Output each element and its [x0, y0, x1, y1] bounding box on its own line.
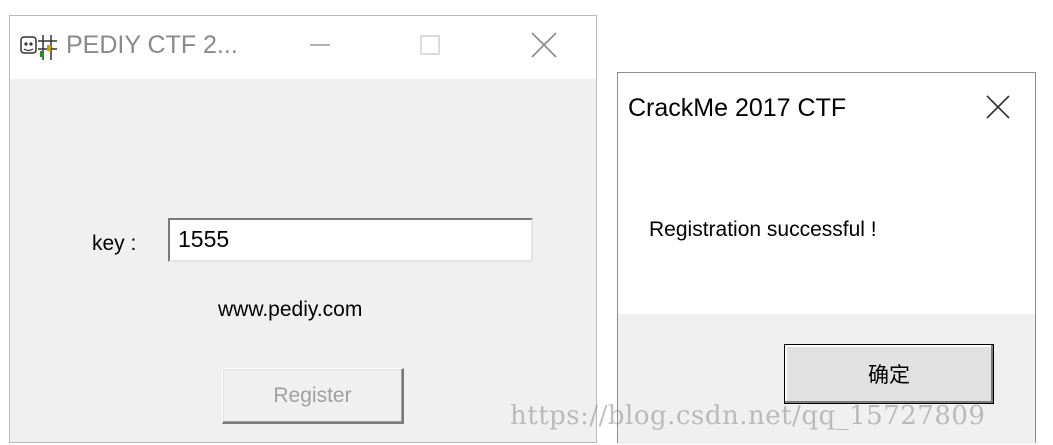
message-box-close-button[interactable]	[973, 89, 1023, 129]
success-message: Registration successful !	[649, 218, 877, 241]
main-window-titlebar[interactable]: PEDIY CTF 2...	[10, 16, 596, 79]
close-icon	[530, 31, 558, 64]
minimize-button[interactable]	[280, 16, 360, 79]
register-button[interactable]: Register	[222, 368, 404, 424]
key-input[interactable]: 1555	[168, 218, 533, 262]
ok-button[interactable]: 确定	[784, 344, 994, 404]
crackme-app-icon	[19, 33, 59, 63]
watermark-url: https://blog.csdn.net/qq_15727809	[510, 401, 986, 431]
website-label: www.pediy.com	[218, 298, 363, 321]
maximize-button[interactable]	[390, 16, 470, 79]
minimize-icon	[308, 33, 332, 62]
crackme-main-window: PEDIY CTF 2... key : 1555 www.pediy.com …	[9, 15, 597, 443]
message-box-window: CrackMe 2017 CTF Registration successful…	[617, 72, 1036, 444]
close-icon	[985, 94, 1011, 125]
main-window-title: PEDIY CTF 2...	[66, 31, 238, 59]
maximize-icon	[418, 33, 442, 62]
key-label: key :	[92, 232, 137, 255]
message-box-title: CrackMe 2017 CTF	[628, 94, 847, 122]
main-close-button[interactable]	[504, 16, 584, 79]
